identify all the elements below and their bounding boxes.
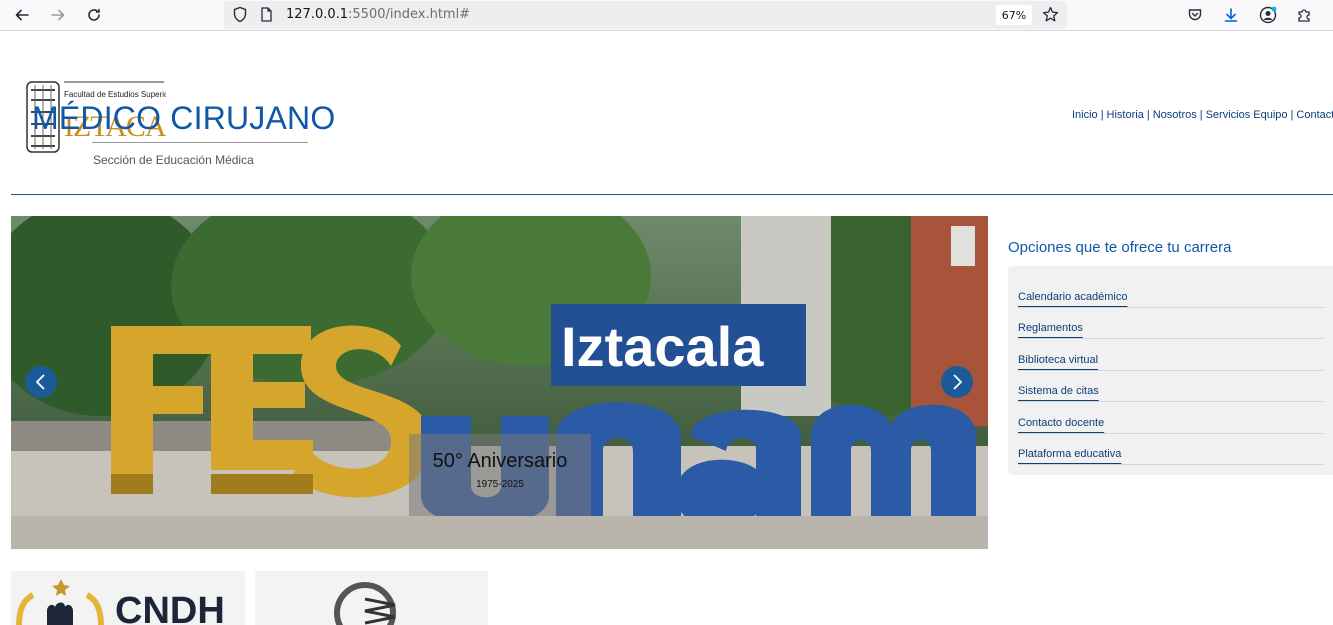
partner-logo-card[interactable] [255,571,488,625]
sign-text-top: Iztacala [561,315,764,378]
reload-icon[interactable] [83,4,105,26]
nav-link-nosotros[interactable]: Nosotros [1153,109,1197,121]
page-icon [260,7,273,27]
page-title: MÉDICO CIRUJANO [32,100,336,136]
downloads-icon[interactable] [1220,4,1242,26]
back-arrow-icon[interactable] [11,4,33,26]
shield-icon[interactable] [232,6,248,28]
caption-subtitle: 1975-2025 [476,479,524,490]
nav-link-contacto[interactable]: Contacto [1296,109,1333,121]
zoom-level[interactable]: 67% [996,5,1032,25]
nav-link-inicio[interactable]: Inicio [1072,109,1098,121]
title-divider [92,142,308,143]
chevron-left-icon [35,374,45,390]
hero-carousel[interactable]: Iztacala 50° Aniversario 1975-2025 [11,216,988,549]
sidebar-item-biblioteca[interactable]: Biblioteca virtual [1018,340,1324,371]
nav-separator: | [1100,109,1104,121]
url-bar[interactable]: 127.0.0.1:5500/index.html# 67% [224,1,1067,29]
sidebar-heading: Opciones que te ofrece tu carrera [1008,239,1232,256]
url-text[interactable]: 127.0.0.1:5500/index.html# [286,7,470,22]
cndh-text: CNDH [115,590,225,625]
nav-link-servicios-equipo[interactable]: Servicios Equipo [1206,109,1288,121]
nav-separator: | [1146,109,1150,121]
nav-separator: | [1199,109,1203,121]
page-content: Facultad de Estudios Superiores IZTACALA… [0,32,1333,625]
extensions-icon[interactable] [1293,4,1315,26]
cndh-card[interactable]: CNDH [11,571,245,625]
sidebar-item-citas[interactable]: Sistema de citas [1018,371,1324,402]
browser-toolbar: 127.0.0.1:5500/index.html# 67% [0,0,1333,31]
top-navigation: Inicio | Historia | Nosotros | Servicios Equip… [1072,109,1333,121]
sidebar-item-contacto-docente[interactable]: Contacto docente [1018,403,1324,434]
bookmark-star-icon[interactable] [1042,6,1059,28]
carousel-next-button[interactable] [941,366,973,398]
nav-link-historia[interactable]: Historia [1107,109,1144,121]
sidebar-item-calendario[interactable]: Calendario académico [1018,277,1324,308]
sidebar-item-plataforma[interactable]: Plataforma educativa [1018,434,1324,465]
logo-line1: Facultad de Estudios Superiores [64,90,166,99]
forward-arrow-icon[interactable] [47,4,69,26]
sidebar-options-list: Calendario académico Reglamentos Bibliot… [1008,266,1333,475]
pocket-icon[interactable] [1184,4,1206,26]
cndh-emblem-icon [16,579,104,625]
account-icon[interactable] [1257,4,1279,26]
sidebar-item-reglamentos[interactable]: Reglamentos [1018,308,1324,339]
caption-title: 50° Aniversario [432,450,568,472]
chevron-right-icon [953,374,963,390]
carousel-prev-button[interactable] [25,366,57,398]
header-divider [11,194,1333,195]
carousel-caption: 50° Aniversario 1975-2025 [409,434,591,516]
page-subtitle: Sección de Educación Médica [93,153,254,167]
partner-logo-icon [334,582,396,625]
